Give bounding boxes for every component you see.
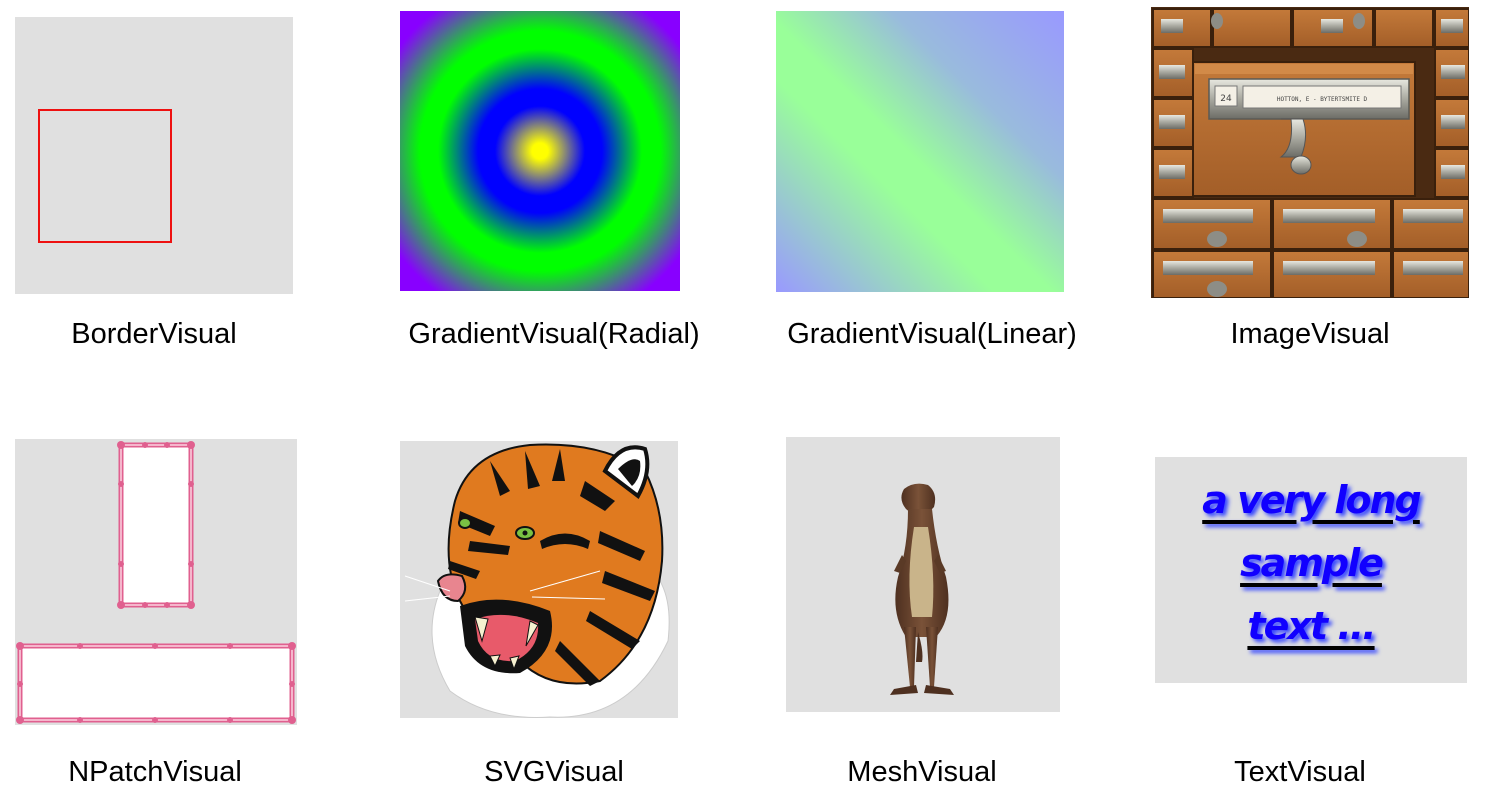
border-visual-tile — [15, 17, 293, 294]
svg-visual-tile — [400, 441, 678, 718]
radial-gradient-caption: GradientVisual(Radial) — [408, 318, 700, 350]
mesh-visual-tile — [786, 437, 1060, 712]
drawer-label: HOTTON, E - BYTERTSMITE D — [1277, 96, 1368, 103]
linear-gradient-caption: GradientVisual(Linear) — [787, 318, 1077, 350]
tiger-svg — [404, 443, 670, 718]
card-catalog-drawers-image: 24 HOTTON, E - BYTERTSMITE D — [1151, 7, 1469, 298]
dinosaur-model — [890, 483, 954, 695]
image-visual-caption: ImageVisual — [1230, 318, 1390, 350]
text-visual-tile: a very long sample text ... — [1155, 457, 1467, 683]
radial-gradient-tile — [400, 11, 680, 291]
card-catalog-image: 24 HOTTON, E - BYTERTSMITE D — [1151, 7, 1469, 298]
npatch-frames — [16, 441, 296, 724]
sample-text: a very long sample text ... — [1155, 469, 1467, 658]
border-visual-caption: BorderVisual — [71, 318, 237, 350]
linear-gradient-tile — [776, 11, 1064, 292]
drawer-number: 24 — [1220, 94, 1232, 104]
sample-text-line-2: text ... — [1247, 604, 1376, 648]
sample-text-line-1: a very long sample — [1202, 478, 1422, 585]
visuals-gallery: BorderVisual GradientVisual(Radial) Grad… — [0, 0, 1493, 800]
npatch-visual-caption: NPatchVisual — [68, 756, 242, 788]
text-visual-caption: TextVisual — [1234, 756, 1366, 788]
svg-visual-caption: SVGVisual — [484, 756, 624, 788]
mesh-visual-caption: MeshVisual — [847, 756, 997, 788]
npatch-visual-tile — [15, 439, 297, 725]
red-border-frame — [38, 109, 172, 243]
